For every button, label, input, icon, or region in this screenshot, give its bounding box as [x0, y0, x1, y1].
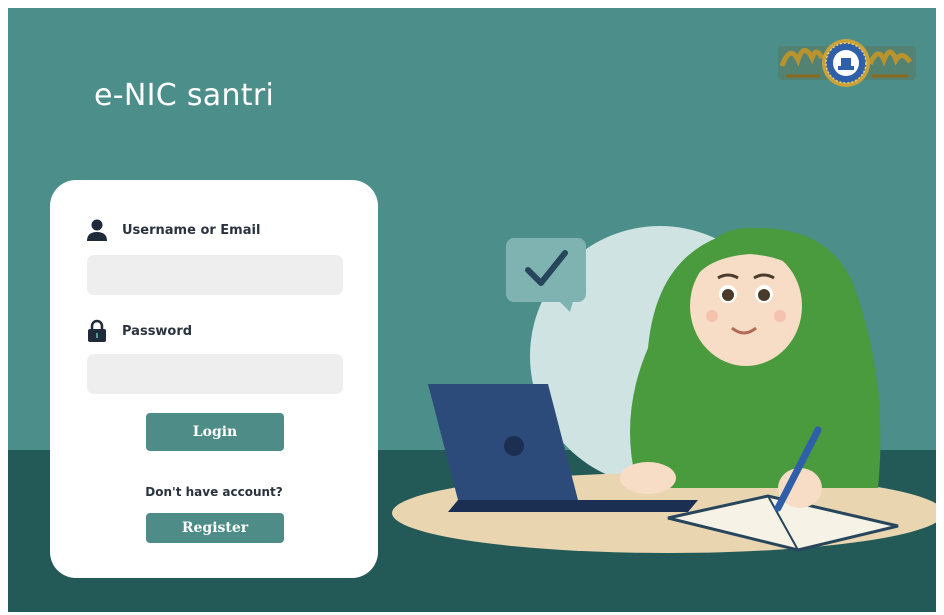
register-button[interactable]: Register [146, 513, 284, 543]
password-label: Password [86, 319, 192, 343]
login-page: e-NIC santri Username or Email Password … [8, 8, 936, 612]
lock-icon [88, 319, 106, 342]
app-title: e-NIC santri [94, 78, 275, 113]
password-input[interactable] [87, 354, 343, 394]
check-bubble-icon [506, 238, 586, 312]
no-account-text: Don't have account? [145, 485, 283, 499]
login-button[interactable]: Login [146, 413, 284, 451]
username-label: Username or Email [86, 218, 260, 242]
password-label-text: Password [122, 323, 193, 339]
student-laptop-illustration [392, 226, 936, 553]
username-input[interactable] [87, 255, 343, 295]
username-label-text: Username or Email [122, 222, 261, 238]
user-icon [87, 219, 107, 241]
institution-logo [778, 39, 916, 87]
login-card: Username or Email Password Login Don't h… [50, 180, 378, 578]
